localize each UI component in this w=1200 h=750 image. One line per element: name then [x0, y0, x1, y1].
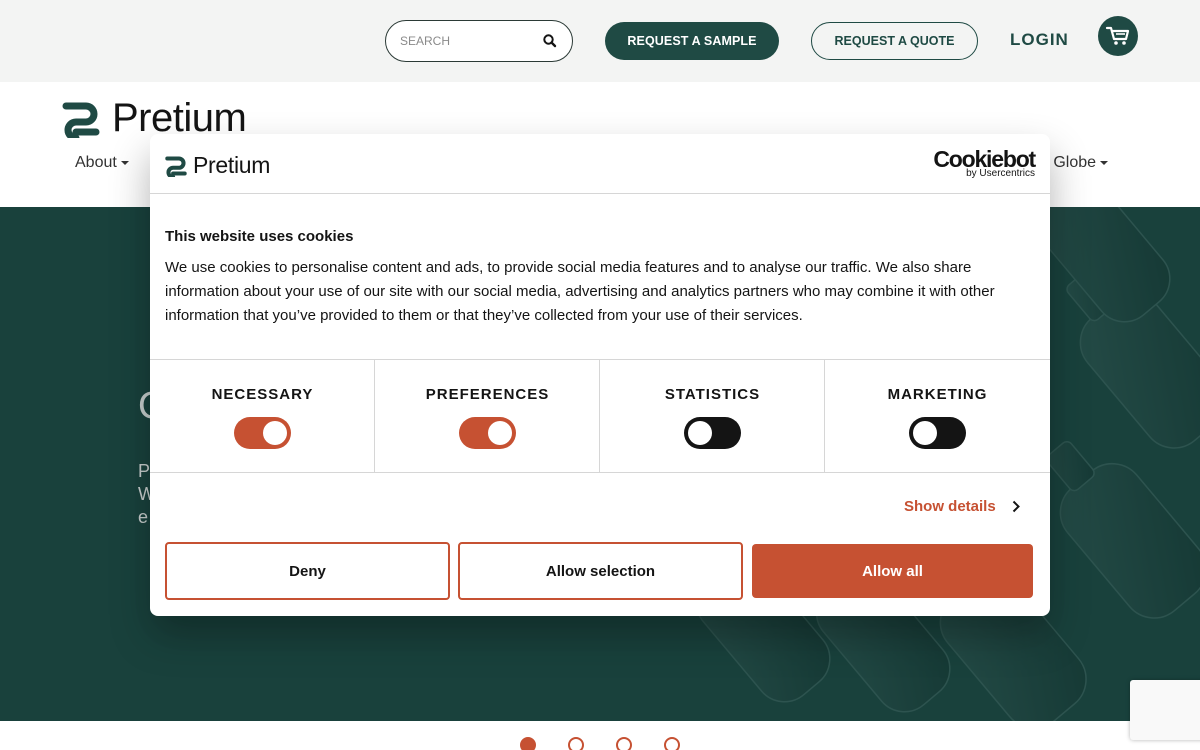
cookie-dialog-body: We use cookies to personalise content an…	[165, 259, 995, 324]
allow-all-button[interactable]: Allow all	[752, 544, 1033, 598]
caret-down-icon	[120, 161, 129, 165]
toggle-knob	[688, 421, 712, 445]
category-label: NECESSARY	[211, 386, 314, 403]
carousel-dot[interactable]	[616, 737, 632, 750]
recaptcha-badge[interactable]	[1130, 680, 1200, 740]
hero-text-fragment: e	[138, 507, 149, 527]
request-quote-button[interactable]: REQUEST A QUOTE	[811, 22, 978, 60]
cookie-dialog-title: This website uses cookies	[165, 228, 354, 245]
search-icon[interactable]	[542, 33, 558, 49]
carousel-dot[interactable]	[520, 737, 536, 750]
marketing-toggle[interactable]	[909, 417, 966, 449]
search-input[interactable]	[400, 31, 540, 51]
category-label: STATISTICS	[664, 386, 761, 403]
toggle-knob	[488, 421, 512, 445]
chevron-right-icon	[1012, 500, 1020, 513]
pretium-logo-mark	[165, 155, 187, 177]
nav-about[interactable]: About	[75, 154, 129, 172]
cookiebot-brand[interactable]: Cookiebot by Usercentrics	[933, 147, 1036, 179]
dialog-logo-text: Pretium	[193, 152, 271, 178]
preferences-toggle[interactable]	[459, 417, 516, 449]
carousel-dots	[520, 737, 680, 750]
cart-button[interactable]	[1098, 16, 1138, 56]
utility-bar: REQUEST A SAMPLE REQUEST A QUOTE LOGIN	[0, 0, 1200, 82]
necessary-toggle[interactable]	[234, 417, 291, 449]
cookie-category-toggles: NECESSARY PREFERENCES STATISTICS MARKETI…	[150, 359, 1050, 473]
category-label: PREFERENCES	[425, 386, 550, 403]
statistics-toggle[interactable]	[684, 417, 741, 449]
pretium-logo-mark	[62, 102, 100, 138]
category-preferences: PREFERENCES	[375, 360, 600, 472]
request-sample-button[interactable]: REQUEST A SAMPLE	[605, 22, 779, 60]
carousel-dot[interactable]	[664, 737, 680, 750]
nav-around-the-globe[interactable]: e Globe	[1040, 154, 1109, 172]
category-label: MARKETING	[887, 386, 988, 403]
caret-down-icon	[1100, 161, 1109, 165]
cart-icon	[1105, 26, 1130, 45]
category-marketing: MARKETING	[825, 360, 1050, 472]
hero-text-fragment: P	[138, 461, 151, 481]
login-link[interactable]: LOGIN	[1010, 30, 1069, 50]
cookie-consent-dialog: Pretium Cookiebot by Usercentrics This w…	[150, 134, 1050, 616]
nav-about-label: About	[75, 154, 117, 171]
carousel-dot[interactable]	[568, 737, 584, 750]
allow-selection-button[interactable]: Allow selection	[458, 542, 743, 600]
toggle-knob	[263, 421, 287, 445]
category-necessary: NECESSARY	[150, 360, 375, 472]
deny-button[interactable]: Deny	[165, 542, 450, 600]
dialog-logo: Pretium	[165, 152, 270, 179]
toggle-knob	[913, 421, 937, 445]
show-details-link[interactable]: Show details	[904, 498, 1020, 515]
dialog-header: Pretium Cookiebot by Usercentrics	[150, 134, 1050, 194]
search-box[interactable]	[385, 20, 573, 62]
category-statistics: STATISTICS	[600, 360, 825, 472]
show-details-label: Show details	[904, 498, 996, 515]
